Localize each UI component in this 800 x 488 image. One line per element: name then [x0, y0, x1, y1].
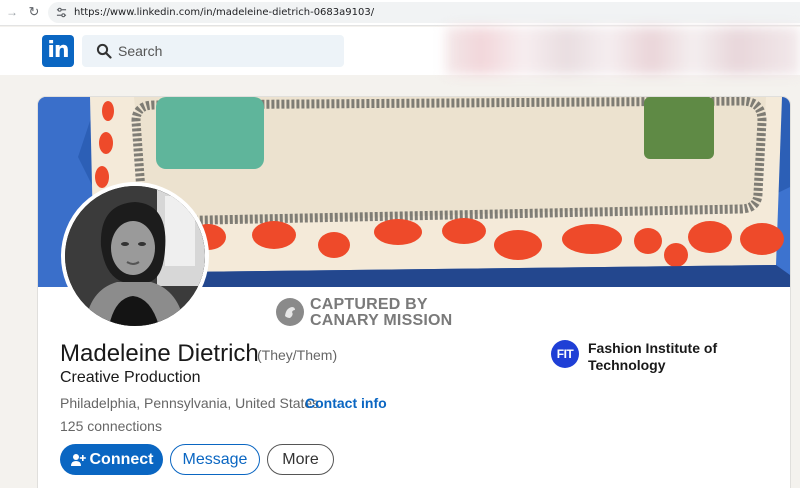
- address-field[interactable]: https://www.linkedin.com/in/madeleine-di…: [48, 2, 800, 23]
- profile-pronouns: (They/Them): [257, 347, 338, 363]
- education-entry[interactable]: FIT Fashion Institute of Technology: [551, 339, 781, 379]
- message-button[interactable]: Message: [170, 444, 260, 475]
- more-button[interactable]: More: [267, 444, 334, 475]
- education-school-name[interactable]: Fashion Institute of Technology: [588, 340, 778, 374]
- linkedin-header: in: [0, 27, 800, 75]
- connect-button[interactable]: Connect: [60, 444, 163, 475]
- profile-avatar[interactable]: [61, 182, 209, 330]
- profile-name: Madeleine Dietrich: [60, 340, 259, 367]
- tune-icon[interactable]: [56, 7, 67, 18]
- browser-url-bar: → ↻ https://www.linkedin.com/in/madelein…: [0, 0, 800, 26]
- canary-mission-watermark: CAPTURED BY CANARY MISSION: [276, 296, 466, 332]
- add-person-icon: [70, 453, 86, 466]
- search-icon: [96, 43, 112, 59]
- arrow-right-icon[interactable]: →: [4, 4, 20, 20]
- blurred-nav-region: [446, 27, 800, 75]
- avatar-photo: [65, 186, 205, 326]
- connections-count[interactable]: 125 connections: [60, 418, 162, 434]
- search-input[interactable]: [118, 41, 338, 61]
- canary-bird-icon: [276, 298, 304, 326]
- more-button-label: More: [282, 450, 319, 468]
- profile-location: Philadelphia, Pennsylvania, United State…: [60, 395, 328, 411]
- message-button-label: Message: [182, 450, 248, 468]
- url-text[interactable]: https://www.linkedin.com/in/madeleine-di…: [74, 6, 374, 19]
- contact-info-link[interactable]: Contact info: [305, 395, 387, 411]
- linkedin-logo[interactable]: in: [42, 35, 74, 67]
- reload-icon[interactable]: ↻: [26, 4, 42, 20]
- watermark-line2: CANARY MISSION: [310, 312, 453, 329]
- search-box[interactable]: [82, 35, 344, 67]
- fit-logo: FIT: [551, 340, 579, 368]
- profile-headline: Creative Production: [60, 369, 201, 386]
- connect-button-label: Connect: [89, 450, 154, 468]
